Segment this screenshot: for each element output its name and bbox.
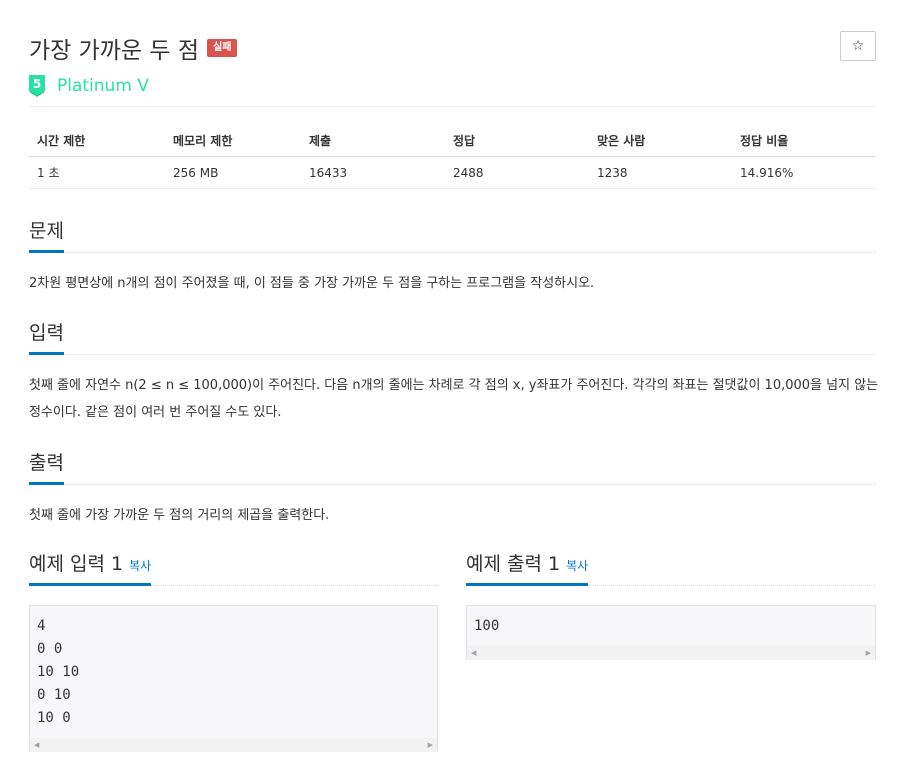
- scroll-right-icon[interactable]: ▶: [866, 649, 871, 657]
- input-description: 첫째 줄에 자연수 n(2 ≤ n ≤ 100,000)이 주어진다. 다음 n…: [29, 378, 879, 420]
- problem-section-header: 문제: [29, 216, 876, 253]
- value-submissions: 16433: [309, 165, 348, 180]
- tier-badge-icon: 5: [29, 75, 45, 97]
- star-button[interactable]: ☆: [840, 31, 876, 61]
- sample-output-header: 예제 출력 1 복사: [466, 549, 876, 586]
- problem-description: 2차원 평면상에 n개의 점이 주어졌을 때, 이 점들 중 가장 가까운 두 …: [29, 276, 595, 291]
- title-row: 가장 가까운 두 점 실패: [29, 31, 238, 65]
- header-ratio: 정답 비율: [740, 133, 789, 148]
- problem-section-title: 문제: [29, 216, 64, 253]
- copy-sample-input-link[interactable]: 복사: [129, 559, 151, 573]
- status-badge: 실패: [207, 39, 238, 57]
- header-accepted: 정답: [453, 133, 476, 148]
- header-submissions: 제출: [309, 133, 332, 148]
- star-icon: ☆: [851, 38, 865, 54]
- value-ratio: 14.916%: [740, 165, 794, 180]
- tier-number: 5: [33, 77, 41, 91]
- scroll-right-icon[interactable]: ▶: [428, 741, 433, 749]
- tier-label: Platinum V: [57, 76, 149, 96]
- header-solvers: 맞은 사람: [597, 133, 646, 148]
- value-time-limit: 1 초: [37, 166, 60, 180]
- output-description: 첫째 줄에 가장 가까운 두 점의 거리의 제곱을 출력한다.: [29, 508, 330, 523]
- sample-input-header: 예제 입력 1 복사: [29, 549, 438, 586]
- sample-input-title: 예제 입력 1 복사: [29, 549, 152, 586]
- value-memory-limit: 256 MB: [173, 165, 219, 180]
- input-section-title: 입력: [29, 318, 64, 355]
- sample-output-content: 100: [474, 618, 500, 634]
- scroll-left-icon[interactable]: ◀: [471, 649, 476, 657]
- table-header-row: 시간 제한 메모리 제한 제출 정답 맞은 사람 정답 비율: [29, 124, 876, 157]
- value-solvers: 1238: [597, 165, 628, 180]
- tier-row: 5 Platinum V: [29, 74, 149, 98]
- output-section-title: 출력: [29, 448, 64, 485]
- sample-input-content: 4 0 0 10 10 0 10 10 0: [37, 618, 80, 726]
- table-row: 1 초 256 MB 16433 2488 1238 14.916%: [29, 157, 876, 189]
- horizontal-scrollbar[interactable]: ◀ ▶: [30, 738, 437, 752]
- value-accepted: 2488: [453, 165, 484, 180]
- input-section-header: 입력: [29, 318, 876, 355]
- header-memory-limit: 메모리 제한: [173, 133, 233, 148]
- sample-input-box[interactable]: 4 0 0 10 10 0 10 10 0 ◀ ▶: [29, 605, 438, 752]
- page-title: 가장 가까운 두 점: [29, 38, 200, 64]
- divider: [29, 106, 876, 107]
- copy-sample-output-link[interactable]: 복사: [566, 559, 588, 573]
- scroll-left-icon[interactable]: ◀: [34, 741, 39, 749]
- output-section-header: 출력: [29, 448, 876, 485]
- sample-output-title: 예제 출력 1 복사: [466, 549, 589, 586]
- horizontal-scrollbar[interactable]: ◀ ▶: [467, 646, 875, 660]
- sample-output-box[interactable]: 100 ◀ ▶: [466, 605, 876, 660]
- header-time-limit: 시간 제한: [37, 133, 86, 148]
- problem-info-table: 시간 제한 메모리 제한 제출 정답 맞은 사람 정답 비율 1 초 256 M…: [29, 124, 876, 189]
